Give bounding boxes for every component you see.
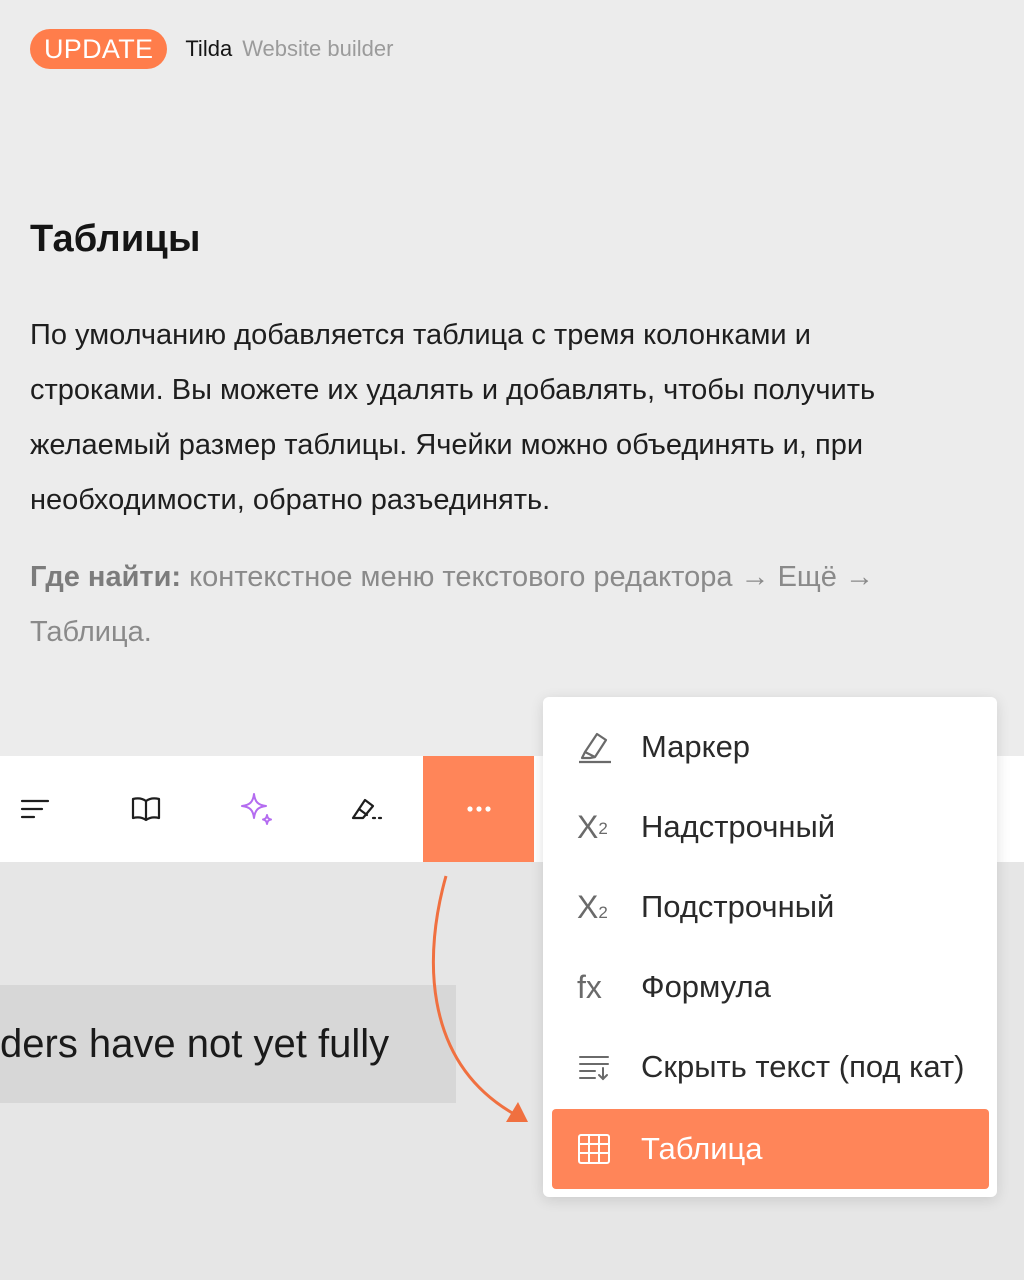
formula-icon: fx: [577, 968, 602, 1005]
update-badge: UPDATE: [30, 29, 168, 69]
superscript-icon: X2: [577, 809, 637, 846]
pointer-arrow-icon: [431, 875, 528, 1122]
menu-item-superscript[interactable]: X2 Надстрочный: [543, 787, 997, 867]
brand-subtitle: Website builder: [242, 36, 394, 61]
align-left-icon: [20, 799, 49, 819]
table-icon: [577, 1133, 637, 1165]
menu-item-label: Маркер: [641, 729, 751, 764]
menu-item-subscript[interactable]: X2 Подстрочный: [543, 867, 997, 947]
subscript-icon: X2: [577, 889, 637, 926]
hide-text-icon: [577, 1052, 637, 1082]
align-button[interactable]: [0, 756, 90, 862]
ai-sparkle-icon: [240, 793, 272, 825]
menu-item-label: Надстрочный: [641, 809, 836, 844]
more-dots-icon: [466, 806, 491, 812]
where-to-find: Где найти: контекстное меню текстового р…: [30, 550, 990, 660]
menu-item-table[interactable]: Таблица: [552, 1109, 989, 1189]
subscript-glyph: X: [577, 888, 599, 925]
clear-format-button[interactable]: [312, 756, 423, 862]
marker-icon: [577, 730, 637, 764]
where-label: Где найти:: [30, 561, 182, 593]
editor-text-block[interactable]: ders have not yet fully: [0, 985, 456, 1103]
book-button[interactable]: [90, 756, 201, 862]
menu-item-formula[interactable]: fx Формула: [543, 947, 997, 1027]
brand-name: Tilda: [185, 36, 233, 61]
superscript-glyph: X: [577, 808, 599, 845]
menu-item-label: Таблица: [641, 1131, 763, 1166]
menu-item-label: Формула: [641, 969, 771, 1004]
subscript-mark: 2: [598, 903, 608, 922]
eraser-icon: [351, 798, 382, 820]
more-dropdown-menu: Маркер X2 Надстрочный X2 Подстрочный fx …: [543, 697, 997, 1197]
section-description: По умолчанию добавляется таблица с тремя…: [30, 319, 876, 516]
menu-item-label: Скрыть текст (под кат): [641, 1049, 965, 1084]
book-icon: [131, 797, 160, 822]
superscript-mark: 2: [598, 819, 608, 838]
menu-item-marker[interactable]: Маркер: [543, 707, 997, 787]
menu-item-label: Подстрочный: [641, 889, 835, 924]
section-title: Таблицы: [30, 218, 201, 260]
ai-button[interactable]: [201, 756, 312, 862]
more-button[interactable]: [423, 756, 534, 862]
menu-item-hide-text[interactable]: Скрыть текст (под кат): [543, 1027, 997, 1107]
top-bar: UPDATE Tilda Website builder: [30, 29, 393, 69]
